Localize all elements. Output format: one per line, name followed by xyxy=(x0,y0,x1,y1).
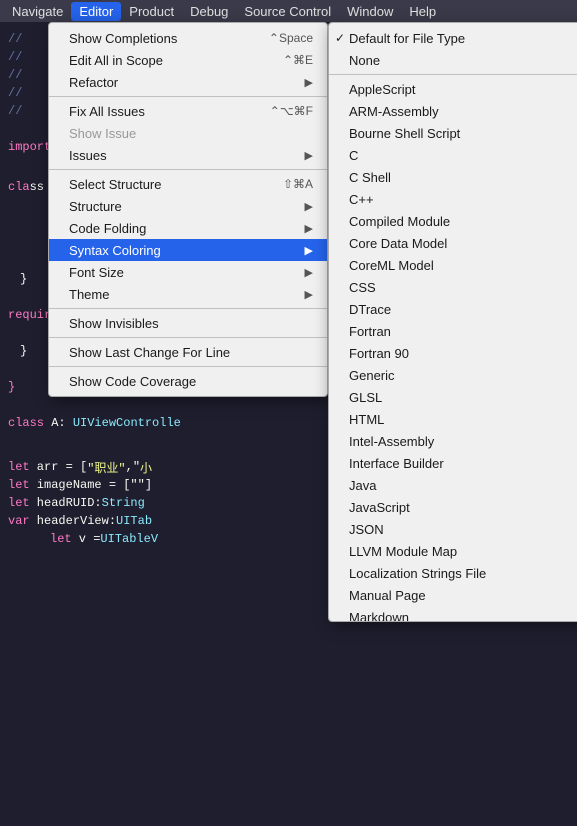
menu-separator-5 xyxy=(49,366,327,367)
submenu-separator-1 xyxy=(329,74,577,75)
menu-show-code-coverage[interactable]: Show Code Coverage xyxy=(49,370,327,392)
code-type: UIViewControlle xyxy=(73,416,181,430)
menubar-item-editor[interactable]: Editor xyxy=(71,2,121,21)
code-keyword: var xyxy=(8,514,30,528)
submenu-c-shell[interactable]: C Shell xyxy=(329,166,577,188)
code-normal: A: xyxy=(44,416,73,430)
code-normal: arr = [ xyxy=(30,460,88,474)
menu-show-last-change[interactable]: Show Last Change For Line xyxy=(49,341,327,363)
code-normal: ," xyxy=(126,460,140,474)
menu-code-folding[interactable]: Code Folding ▶ xyxy=(49,217,327,239)
menu-fix-all-issues[interactable]: Fix All Issues ⌃⌥⌘F xyxy=(49,100,327,122)
code-normal: headerView: xyxy=(30,514,116,528)
code-string: "职业" xyxy=(87,459,125,476)
code-normal: imageName = [""] xyxy=(30,478,152,492)
menubar: Navigate Editor Product Debug Source Con… xyxy=(0,0,577,22)
code-comment: // xyxy=(8,50,22,64)
code-keyword: let xyxy=(50,532,72,546)
submenu-none[interactable]: None xyxy=(329,49,577,71)
menubar-item-navigate[interactable]: Navigate xyxy=(4,2,71,21)
code-keyword: } xyxy=(8,380,15,394)
menu-separator-3 xyxy=(49,308,327,309)
code-normal: } xyxy=(20,272,27,286)
menu-separator-4 xyxy=(49,337,327,338)
menu-syntax-coloring[interactable]: Syntax Coloring ▶ xyxy=(49,239,327,261)
submenu-llvm-module-map[interactable]: LLVM Module Map xyxy=(329,540,577,562)
code-keyword: let xyxy=(8,496,30,510)
code-comment: // xyxy=(8,86,22,100)
menu-edit-all-scope[interactable]: Edit All in Scope ⌃⌘E xyxy=(49,49,327,71)
submenu-markdown[interactable]: Markdown xyxy=(329,606,577,622)
menu-theme[interactable]: Theme ▶ xyxy=(49,283,327,305)
submenu-c[interactable]: C xyxy=(329,144,577,166)
code-keyword: import xyxy=(8,140,51,154)
code-comment: // xyxy=(8,68,22,82)
code-normal: v = xyxy=(72,532,101,546)
menubar-item-window[interactable]: Window xyxy=(339,2,401,21)
code-type: String xyxy=(102,496,145,510)
submenu-localization-strings[interactable]: Localization Strings File xyxy=(329,562,577,584)
submenu-bourne-shell[interactable]: Bourne Shell Script xyxy=(329,122,577,144)
submenu-cpp[interactable]: C++ xyxy=(329,188,577,210)
menu-separator-2 xyxy=(49,169,327,170)
submenu-applescript[interactable]: AppleScript xyxy=(329,78,577,100)
submenu-manual-page[interactable]: Manual Page xyxy=(329,584,577,606)
menu-issues[interactable]: Issues ▶ xyxy=(49,144,327,166)
submenu-default-for-file-type[interactable]: Default for File Type xyxy=(329,27,577,49)
menu-show-completions[interactable]: Show Completions ⌃Space xyxy=(49,27,327,49)
submenu-glsl[interactable]: GLSL xyxy=(329,386,577,408)
submenu-json[interactable]: JSON xyxy=(329,518,577,540)
code-comment: // xyxy=(8,104,22,118)
menu-separator-1 xyxy=(49,96,327,97)
submenu-core-data-model[interactable]: Core Data Model xyxy=(329,232,577,254)
submenu-arm-assembly[interactable]: ARM-Assembly xyxy=(329,100,577,122)
code-keyword: cla xyxy=(8,180,30,194)
submenu-compiled-module[interactable]: Compiled Module xyxy=(329,210,577,232)
code-string: 小 xyxy=(140,459,152,476)
editor-menu: Show Completions ⌃Space Edit All in Scop… xyxy=(48,22,328,397)
submenu-javascript[interactable]: JavaScript xyxy=(329,496,577,518)
submenu-dtrace[interactable]: DTrace xyxy=(329,298,577,320)
submenu-css[interactable]: CSS xyxy=(329,276,577,298)
menubar-item-debug[interactable]: Debug xyxy=(182,2,236,21)
code-comment: // xyxy=(8,32,22,46)
code-normal: } xyxy=(20,344,27,358)
menu-select-structure[interactable]: Select Structure ⇧⌘A xyxy=(49,173,327,195)
menubar-item-source-control[interactable]: Source Control xyxy=(236,2,339,21)
submenu-intel-assembly[interactable]: Intel-Assembly xyxy=(329,430,577,452)
submenu-fortran-90[interactable]: Fortran 90 xyxy=(329,342,577,364)
code-keyword: class xyxy=(8,416,44,430)
code-normal: headRUID: xyxy=(30,496,102,510)
menu-refactor[interactable]: Refactor ▶ xyxy=(49,71,327,93)
submenu-html[interactable]: HTML xyxy=(329,408,577,430)
menu-show-invisibles[interactable]: Show Invisibles xyxy=(49,312,327,334)
menubar-item-product[interactable]: Product xyxy=(121,2,182,21)
code-type: UITab xyxy=(116,514,152,528)
menu-show-issue: Show Issue xyxy=(49,122,327,144)
code-keyword: let xyxy=(8,478,30,492)
submenu-java[interactable]: Java xyxy=(329,474,577,496)
submenu-generic[interactable]: Generic xyxy=(329,364,577,386)
menubar-item-help[interactable]: Help xyxy=(401,2,444,21)
submenu-coreml-model[interactable]: CoreML Model xyxy=(329,254,577,276)
code-type: UITableV xyxy=(100,532,158,546)
submenu-fortran[interactable]: Fortran xyxy=(329,320,577,342)
syntax-coloring-submenu: Default for File Type None AppleScript A… xyxy=(328,22,577,622)
menu-font-size[interactable]: Font Size ▶ xyxy=(49,261,327,283)
submenu-interface-builder[interactable]: Interface Builder xyxy=(329,452,577,474)
menu-structure[interactable]: Structure ▶ xyxy=(49,195,327,217)
code-keyword: let xyxy=(8,460,30,474)
